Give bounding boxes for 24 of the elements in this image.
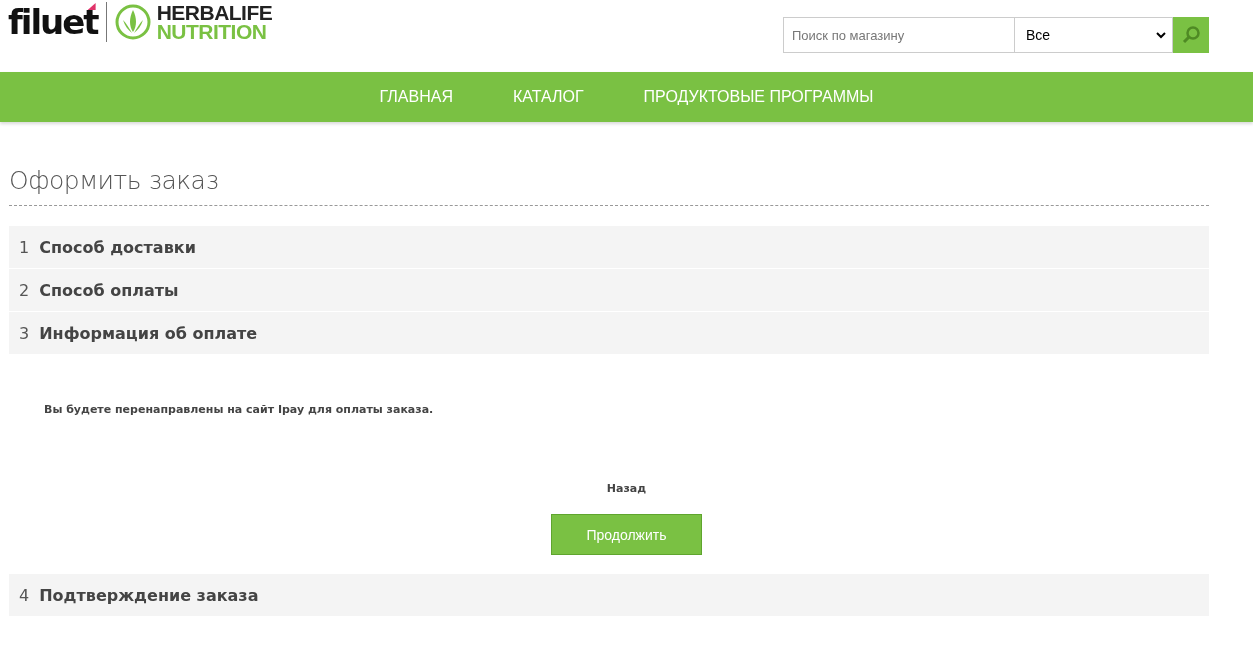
step-title: Информация об оплате xyxy=(39,323,258,343)
step-number: 2 xyxy=(19,280,30,300)
step-title: Способ оплаты xyxy=(39,280,179,300)
page-title: Оформить заказ xyxy=(9,166,1209,206)
caret-icon xyxy=(1156,31,1166,39)
logo-text: HERBALIFE xyxy=(156,3,273,22)
checkout-step-header[interactable]: 3 Информация об оплате xyxy=(9,312,1209,354)
checkout-step-header[interactable]: 4 Подтверждение заказа xyxy=(9,574,1209,616)
step-title: Подтверждение заказа xyxy=(39,585,259,605)
back-link[interactable]: Назад xyxy=(606,482,647,495)
search-field[interactable]: Поиск по магазину xyxy=(783,17,1014,53)
step-title: Способ доставки xyxy=(39,237,196,257)
checkout-step-header[interactable]: 1 Способ доставки xyxy=(9,226,1209,268)
payment-message: Вы будете перенаправлены на сайт Ipay для оплаты заказа. xyxy=(44,403,435,416)
category-dropdown[interactable]: Все xyxy=(1014,17,1173,53)
step-number: 3 xyxy=(19,323,30,343)
step-number: 4 xyxy=(19,585,30,605)
search-icon xyxy=(1181,25,1201,45)
logo-text: NUTRITION xyxy=(156,22,268,41)
leaf-logo-icon xyxy=(114,4,151,40)
checkout-step-header[interactable]: 2 Способ оплаты xyxy=(9,269,1209,311)
search-button[interactable] xyxy=(1173,17,1209,53)
step-number: 1 xyxy=(19,237,30,257)
brand-logo[interactable]: filuet xyxy=(8,5,98,39)
